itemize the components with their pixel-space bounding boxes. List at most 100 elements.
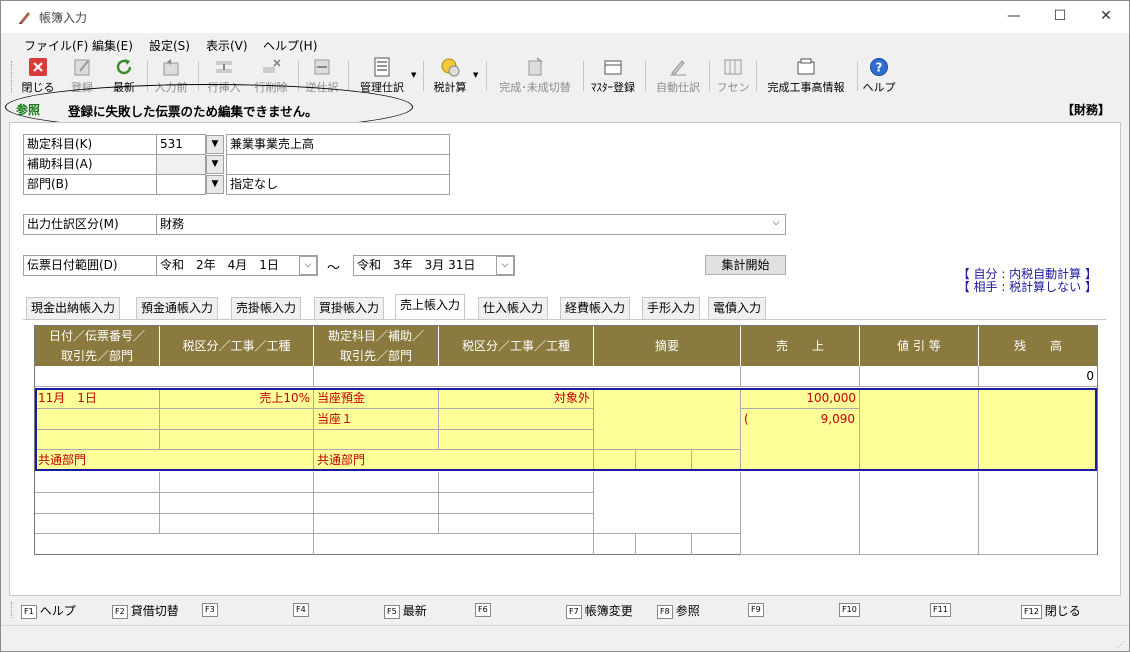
output-type-select[interactable]: 財務: [156, 214, 786, 235]
entry-tax-amount[interactable]: ( 9,090: [741, 409, 860, 471]
empty-memo-sub3[interactable]: [692, 534, 741, 555]
empty-partner[interactable]: [35, 493, 160, 514]
menu-edit[interactable]: 編集(E): [92, 37, 133, 54]
sub-account-code-input[interactable]: [156, 154, 206, 175]
f9-key[interactable]: F9: [748, 602, 767, 617]
output-type-chevron-icon[interactable]: ⌵: [767, 215, 785, 234]
empty-dept2[interactable]: [314, 534, 594, 555]
entry-date[interactable]: 11月 1日: [35, 388, 160, 409]
entry-blank1[interactable]: [35, 430, 160, 450]
entry-dept1[interactable]: 共通部門: [35, 450, 314, 471]
empty-work1[interactable]: [160, 493, 314, 514]
fusen-button[interactable]: フセン: [715, 57, 751, 97]
date-from-dropdown-button[interactable]: ⌵: [299, 256, 317, 275]
f10-key[interactable]: F10: [839, 602, 863, 617]
sub-account-dropdown-button[interactable]: ▼: [206, 155, 224, 174]
entry-kind1[interactable]: [160, 430, 314, 450]
register-icon: [74, 59, 90, 76]
tax-dropdown-arrow[interactable]: ▼: [473, 71, 478, 79]
tax-amount-value: 9,090: [820, 412, 855, 426]
empty-account[interactable]: [314, 472, 439, 493]
function-key-bar: F1 ヘルプ F2 貸借切替 F3 F4 F5 最新 F6 F7 帳簿変更 F8 参照 F…: [1, 599, 1129, 621]
entry-partner[interactable]: [35, 409, 160, 430]
account-dropdown-button[interactable]: ▼: [206, 135, 224, 154]
entry-tax2[interactable]: 対象外: [439, 388, 594, 409]
empty-kind1[interactable]: [160, 514, 314, 534]
completion-info-button[interactable]: 完成工事高情報: [761, 57, 851, 97]
entry-memo[interactable]: [594, 388, 741, 450]
date-from-input[interactable]: 令和 2年 4月 1日: [156, 255, 318, 276]
tab-e-receivables[interactable]: 電債入力: [708, 297, 767, 319]
f5-key[interactable]: F5 最新: [384, 602, 427, 619]
f7-key[interactable]: F7 帳簿変更: [566, 602, 633, 619]
empty-discount[interactable]: [860, 472, 979, 555]
close-icon: [29, 58, 47, 76]
f1-key[interactable]: F1 ヘルプ: [21, 602, 76, 619]
empty-blank1[interactable]: [35, 514, 160, 534]
account-code-input[interactable]: 531: [156, 134, 206, 155]
empty-memo-sub2[interactable]: [636, 534, 692, 555]
entry-memo-sub1[interactable]: [594, 450, 636, 471]
tab-purchases[interactable]: 仕入帳入力: [478, 297, 549, 319]
entry-sales[interactable]: 100,000: [741, 388, 860, 409]
f11-key[interactable]: F11: [930, 602, 954, 617]
master-register-button[interactable]: ﾏｽﾀｰ登録: [587, 57, 639, 97]
empty-tax2[interactable]: [439, 472, 594, 493]
empty-blank2[interactable]: [314, 514, 439, 534]
empty-dept1[interactable]: [35, 534, 314, 555]
entry-work1[interactable]: [160, 409, 314, 430]
menu-file[interactable]: ファイル(F): [24, 37, 88, 54]
help-button[interactable]: ? ヘルプ: [862, 57, 896, 97]
empty-memo-sub1[interactable]: [594, 534, 636, 555]
f12-key[interactable]: F12 閉じる: [1021, 602, 1081, 619]
entry-kind2[interactable]: [439, 430, 594, 450]
minimize-button[interactable]: —: [991, 1, 1037, 33]
auto-journal-button[interactable]: 自動仕訳: [652, 57, 704, 97]
department-dropdown-button[interactable]: ▼: [206, 175, 224, 194]
tab-receivables[interactable]: 売掛帳入力: [231, 297, 302, 319]
tab-payables[interactable]: 買掛帳入力: [314, 297, 385, 319]
empty-memo[interactable]: [594, 472, 741, 534]
tab-notes[interactable]: 手形入力: [642, 297, 701, 319]
entry-account[interactable]: 当座預金: [314, 388, 439, 409]
date-to-input[interactable]: 令和 3年 3月 31日: [353, 255, 515, 276]
empty-work2[interactable]: [439, 493, 594, 514]
close-window-button[interactable]: ✕: [1083, 1, 1129, 33]
empty-kind2[interactable]: [439, 514, 594, 534]
aggregate-button[interactable]: 集計開始: [705, 255, 786, 275]
menu-help[interactable]: ヘルプ(H): [263, 37, 317, 54]
entry-memo-sub2[interactable]: [636, 450, 692, 471]
entry-discount[interactable]: [860, 388, 979, 471]
tax-calc-button[interactable]: 税計算: [429, 57, 471, 97]
f2-key[interactable]: F2 貸借切替: [112, 602, 179, 619]
tab-bank-book[interactable]: 預金通帳入力: [136, 297, 219, 319]
entry-memo-sub3[interactable]: [692, 450, 741, 471]
toolbar-grip[interactable]: [11, 61, 14, 93]
f3-key[interactable]: F3: [202, 602, 221, 617]
tab-sales[interactable]: 売上帳入力: [395, 294, 466, 320]
f6-key[interactable]: F6: [475, 602, 494, 617]
manage-dropdown-arrow[interactable]: ▼: [411, 71, 416, 79]
entry-sub-account[interactable]: 当座１: [314, 409, 439, 430]
tab-expenses[interactable]: 経費帳入力: [560, 297, 631, 319]
empty-sub[interactable]: [314, 493, 439, 514]
f8-key[interactable]: F8 参照: [657, 602, 700, 619]
entry-dept2[interactable]: 共通部門: [314, 450, 594, 471]
empty-sales[interactable]: [741, 472, 860, 555]
date-to-dropdown-button[interactable]: ⌵: [496, 256, 514, 275]
entry-tax1[interactable]: 売上10%: [160, 388, 314, 409]
close-button[interactable]: 閉じる: [21, 57, 55, 97]
resize-grip-icon[interactable]: ⋰: [1117, 640, 1125, 649]
complete-toggle-button[interactable]: 完成･未成切替: [491, 57, 579, 97]
empty-date[interactable]: [35, 472, 160, 493]
tab-cash-book[interactable]: 現金出納帳入力: [26, 297, 121, 319]
department-code-input[interactable]: [156, 174, 206, 195]
f4-key[interactable]: F4: [293, 602, 312, 617]
menu-view[interactable]: 表示(V): [206, 37, 248, 54]
empty-tax1[interactable]: [160, 472, 314, 493]
maximize-button[interactable]: ☐: [1037, 1, 1083, 33]
entry-work2[interactable]: [439, 409, 594, 430]
account-label: 勘定科目(K): [23, 134, 157, 155]
menu-settings[interactable]: 設定(S): [149, 37, 190, 54]
entry-blank2[interactable]: [314, 430, 439, 450]
